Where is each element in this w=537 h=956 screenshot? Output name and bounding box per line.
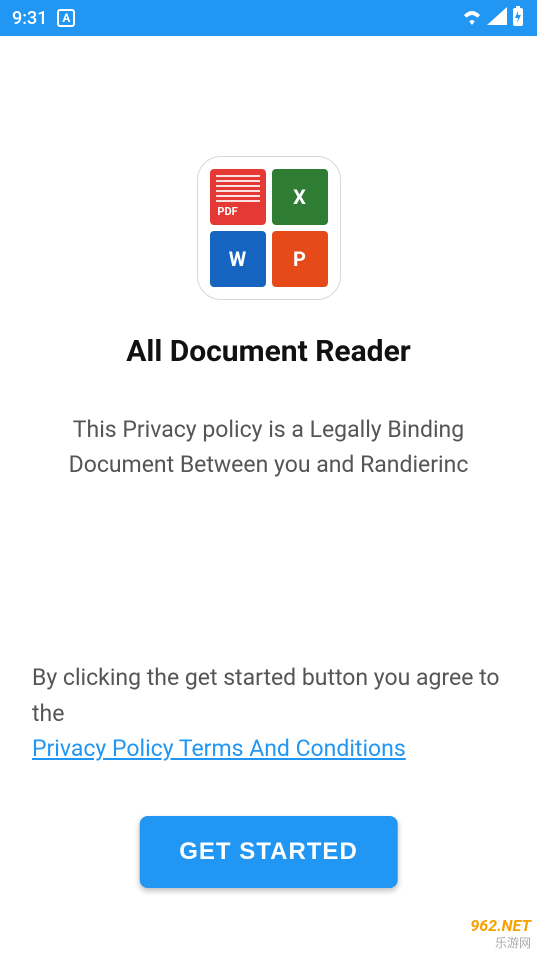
watermark-tag: 乐游网 [470, 936, 531, 950]
agreement-text: By clicking the get started button you a… [32, 664, 500, 727]
excel-tile-icon: X [272, 169, 328, 225]
word-tile-icon: W [210, 231, 266, 287]
watermark: 962.NET 乐游网 [470, 916, 531, 950]
watermark-site: 962.NET [470, 916, 531, 935]
agreement-block: By clicking the get started button you a… [32, 660, 505, 767]
battery-icon [511, 6, 525, 31]
app-icon: PDF X W P [197, 156, 341, 300]
app-title: All Document Reader [126, 334, 411, 369]
status-left: 9:31 A [12, 8, 75, 29]
status-time: 9:31 [12, 8, 47, 29]
signal-icon [487, 7, 507, 30]
get-started-button[interactable]: GET STARTED [139, 816, 398, 888]
wifi-icon [461, 7, 483, 30]
status-app-icon: A [57, 9, 75, 27]
status-bar: 9:31 A [0, 0, 537, 36]
status-right [461, 6, 525, 31]
privacy-policy-link[interactable]: Privacy Policy Terms And Conditions [32, 735, 406, 762]
pdf-tile-icon: PDF [210, 169, 266, 225]
privacy-subtitle: This Privacy policy is a Legally Binding… [28, 413, 509, 482]
ppt-tile-icon: P [272, 231, 328, 287]
main-content: PDF X W P All Document Reader This Priva… [0, 36, 537, 482]
